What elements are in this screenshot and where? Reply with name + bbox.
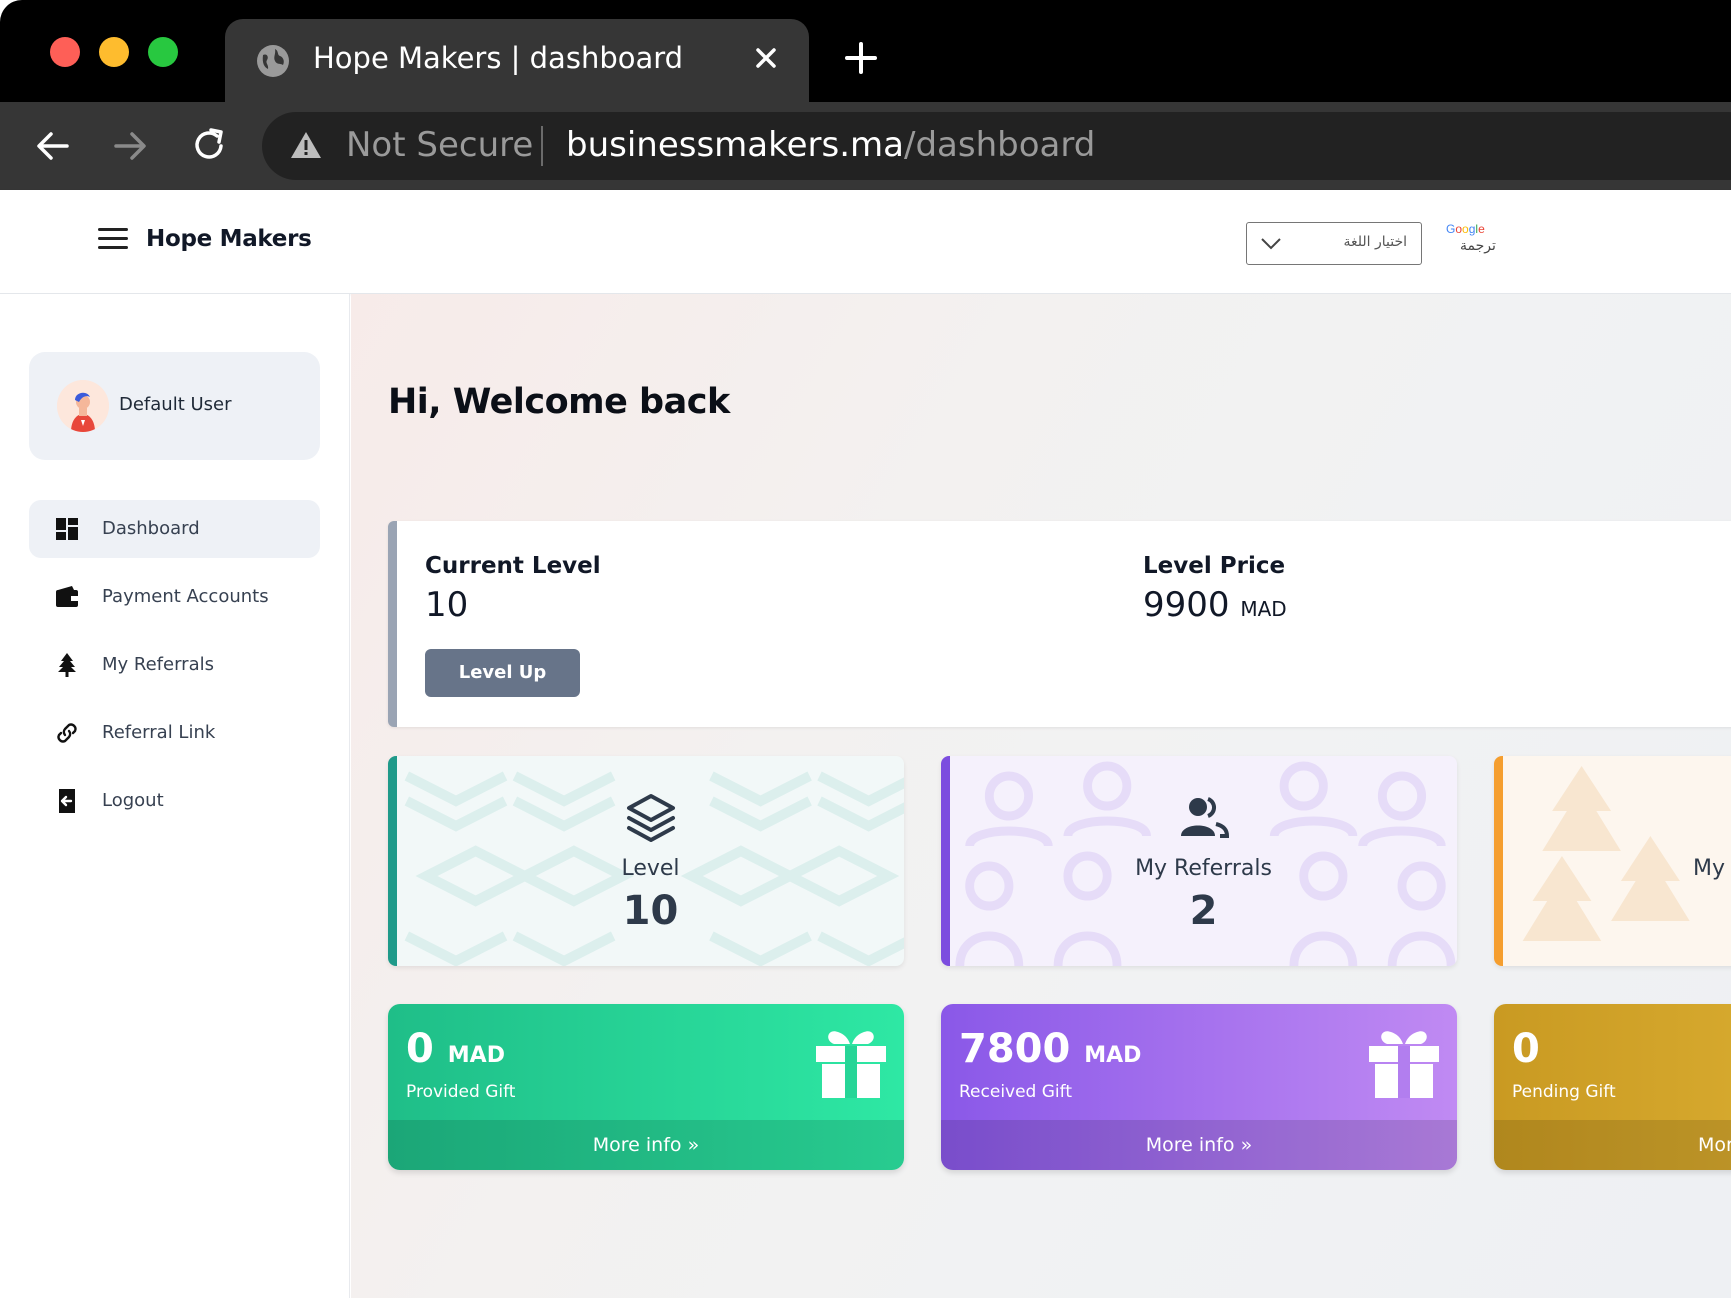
current-level-label: Current Level: [425, 553, 601, 579]
gift-label: Received Gift: [959, 1082, 1072, 1102]
sidebar-item-referral-link[interactable]: Referral Link: [29, 704, 320, 762]
page-title: Hi, Welcome back: [388, 382, 730, 422]
sidebar-item-label: Payment Accounts: [102, 586, 269, 607]
gift-amount: 0: [1512, 1026, 1540, 1072]
stat-label: Level: [621, 856, 680, 881]
maximize-window-button[interactable]: [148, 37, 178, 67]
more-info-link[interactable]: More info »: [941, 1120, 1457, 1170]
level-price: 9900 MAD: [1143, 585, 1287, 625]
level-price-value: 9900: [1143, 585, 1230, 625]
gift-card-pending[interactable]: 0 Pending Gift Mor: [1494, 1004, 1731, 1170]
sidebar-item-payment-accounts[interactable]: Payment Accounts: [29, 568, 320, 626]
gift-label: Provided Gift: [406, 1082, 516, 1102]
chevron-down-icon: [1261, 238, 1281, 250]
reload-icon[interactable]: [187, 124, 231, 168]
close-tab-icon[interactable]: [749, 41, 783, 75]
gift-amount: 0: [406, 1026, 434, 1072]
link-icon: [57, 723, 77, 743]
level-panel: Current Level 10 Level Up Level Price 99…: [388, 521, 1731, 727]
level-price-label: Level Price: [1143, 553, 1286, 579]
active-tab[interactable]: Hope Makers | dashboard: [225, 19, 809, 103]
stat-card-referrals[interactable]: My Referrals 2: [941, 756, 1457, 966]
translate-label: ترجمة: [1460, 238, 1496, 254]
sidebar-item-label: Referral Link: [102, 722, 216, 743]
layers-icon: [626, 794, 675, 842]
level-price-unit: MAD: [1240, 597, 1287, 621]
gift-value: 0: [1512, 1026, 1540, 1072]
web-page: Hope Makers اختيار اللغة Google ترجمة De…: [0, 190, 1731, 1298]
google-translate-badge[interactable]: Google ترجمة: [1446, 222, 1496, 262]
level-up-button[interactable]: Level Up: [425, 649, 580, 697]
user-card[interactable]: Default User: [29, 352, 320, 460]
sidebar-item-label: Dashboard: [102, 518, 200, 539]
gift-unit: MAD: [1084, 1043, 1142, 1068]
address-bar[interactable]: Not Secure businessmakers.ma/dashboard: [262, 112, 1731, 180]
avatar: [57, 380, 109, 432]
language-select-value: اختيار اللغة: [1343, 234, 1407, 250]
user-avatar-icon: [57, 380, 109, 432]
stat-card-level[interactable]: Level 10: [388, 756, 904, 966]
more-info-link[interactable]: More info »: [388, 1120, 904, 1170]
browser-window: Hope Makers | dashboard Not Secure busin…: [0, 0, 1731, 1298]
top-header: Hope Makers اختيار اللغة Google ترجمة: [0, 190, 1731, 294]
gift-value: 7800 MAD: [959, 1026, 1141, 1072]
gift-icon: [1369, 1031, 1439, 1098]
omnibox-separator: [541, 126, 543, 166]
url-path: /dashboard: [904, 125, 1096, 165]
menu-icon[interactable]: [98, 228, 128, 254]
minimize-window-button[interactable]: [99, 37, 129, 67]
warning-icon: [291, 132, 321, 158]
gift-value: 0 MAD: [406, 1026, 505, 1072]
sidebar-item-label: Logout: [102, 790, 164, 811]
google-logo: Google: [1446, 222, 1485, 236]
gift-icon: [816, 1031, 886, 1098]
more-info-link[interactable]: Mor: [1494, 1120, 1731, 1170]
sidebar: Default User Dashboard Payment Accounts: [0, 294, 350, 1298]
tree-icon: [58, 653, 76, 677]
dashboard-grid-icon: [56, 518, 78, 540]
gift-card-received[interactable]: 7800 MAD Received Gift More info »: [941, 1004, 1457, 1170]
browser-tab-bar: Hope Makers | dashboard: [0, 0, 1731, 103]
wallet-icon: [56, 586, 78, 607]
globe-icon: [257, 45, 289, 77]
sidebar-item-label: My Referrals: [102, 654, 214, 675]
gift-amount: 7800: [959, 1026, 1071, 1072]
stat-card-my[interactable]: My: [1494, 756, 1731, 966]
stat-label: My: [1693, 856, 1726, 881]
tab-title: Hope Makers | dashboard: [313, 41, 684, 75]
new-tab-icon[interactable]: [843, 40, 879, 76]
close-window-button[interactable]: [50, 37, 80, 67]
url-text: businessmakers.ma/dashboard: [566, 125, 1095, 165]
user-name: Default User: [119, 394, 232, 415]
forward-arrow-icon[interactable]: [108, 124, 152, 168]
stat-label: My Referrals: [1135, 856, 1272, 881]
back-arrow-icon[interactable]: [31, 124, 75, 168]
language-select[interactable]: اختيار اللغة: [1246, 222, 1422, 265]
sidebar-item-logout[interactable]: Logout: [29, 772, 320, 830]
brand-title: Hope Makers: [146, 226, 312, 252]
stat-value: 10: [622, 888, 679, 934]
main-content: Hi, Welcome back Current Level 10 Level …: [351, 294, 1731, 1298]
sidebar-item-my-referrals[interactable]: My Referrals: [29, 636, 320, 694]
gift-card-provided[interactable]: 0 MAD Provided Gift More info »: [388, 1004, 904, 1170]
current-level-value: 10: [425, 585, 469, 625]
stat-value: 2: [1189, 888, 1218, 934]
browser-toolbar: Not Secure businessmakers.ma/dashboard: [0, 102, 1731, 190]
gift-label: Pending Gift: [1512, 1082, 1616, 1102]
sidebar-item-dashboard[interactable]: Dashboard: [29, 500, 320, 558]
gift-unit: MAD: [447, 1043, 505, 1068]
url-host: businessmakers.ma: [566, 125, 904, 165]
users-icon: [1180, 797, 1229, 838]
logout-icon: [59, 789, 75, 813]
security-label: Not Secure: [346, 125, 534, 165]
